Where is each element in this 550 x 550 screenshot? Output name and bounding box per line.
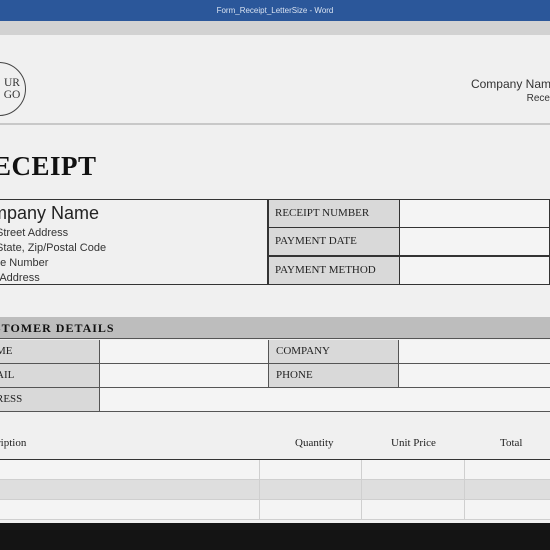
payment-method-row: PAYMENT METHOD — [268, 256, 550, 285]
cell-unit-price[interactable] — [362, 480, 465, 500]
cell-quantity[interactable] — [260, 480, 362, 500]
payment-date-field[interactable] — [399, 227, 550, 256]
document-page[interactable]: UR GO Company Nam Rece ECEIPT mpany Name… — [0, 35, 550, 523]
customer-details-header: STOMER DETAILS — [0, 317, 550, 339]
ribbon-strip — [0, 21, 550, 36]
header-receipt-label: Rece — [526, 93, 550, 104]
col-total: Total — [500, 437, 523, 449]
cell-total[interactable] — [465, 480, 550, 500]
payment-method-field[interactable] — [399, 256, 550, 285]
cell-unit-price[interactable] — [362, 500, 465, 520]
receipt-number-label: RECEIPT NUMBER — [268, 199, 399, 228]
col-unit-price: Unit Price — [391, 437, 436, 449]
customer-row-address: RESS — [0, 388, 550, 412]
address-line-phone: ne Number — [0, 257, 49, 269]
taskbar — [0, 523, 550, 550]
table-row[interactable] — [0, 480, 550, 500]
phone-field[interactable] — [399, 364, 550, 388]
table-row[interactable] — [0, 500, 550, 520]
col-quantity: Quantity — [295, 437, 334, 449]
email-field[interactable] — [100, 364, 269, 388]
receipt-fields: RECEIPT NUMBER PAYMENT DATE PAYMENT METH… — [268, 199, 550, 285]
payment-method-label: PAYMENT METHOD — [268, 256, 399, 285]
company-label: COMPANY — [269, 340, 399, 364]
cell-total[interactable] — [465, 460, 550, 480]
title-bar: Form_Receipt_LetterSize - Word — [0, 0, 550, 21]
company-name: mpany Name — [0, 203, 100, 223]
cell-description[interactable] — [0, 460, 260, 480]
payment-date-label: PAYMENT DATE — [268, 227, 399, 256]
cell-description[interactable] — [0, 480, 260, 500]
cell-unit-price[interactable] — [362, 460, 465, 480]
payment-date-row: PAYMENT DATE — [268, 227, 550, 256]
logo-placeholder: UR GO — [0, 62, 26, 116]
address-field[interactable] — [100, 388, 550, 412]
cell-quantity[interactable] — [260, 460, 362, 480]
receipt-number-row: RECEIPT NUMBER — [268, 199, 550, 228]
customer-row-name: ME COMPANY — [0, 340, 550, 364]
header-company-name: Company Nam — [470, 77, 550, 91]
table-row[interactable] — [0, 460, 550, 480]
window-title: Form_Receipt_LetterSize - Word — [216, 6, 334, 15]
email-label: AIL — [0, 364, 100, 388]
customer-row-email: AIL PHONE — [0, 364, 550, 388]
company-field[interactable] — [399, 340, 550, 364]
name-field[interactable] — [100, 340, 269, 364]
name-label: ME — [0, 340, 100, 364]
receipt-title: ECEIPT — [0, 151, 97, 181]
cell-total[interactable] — [465, 500, 550, 520]
address-line-email: il Address — [0, 272, 40, 284]
col-description: ription — [0, 437, 27, 449]
cell-quantity[interactable] — [260, 500, 362, 520]
address-label: RESS — [0, 388, 100, 412]
receipt-number-field[interactable] — [399, 199, 550, 228]
company-info-cell[interactable]: mpany Name Street Address State, Zip/Pos… — [0, 199, 268, 285]
address-line-street: Street Address — [0, 227, 69, 239]
customer-details-heading: STOMER DETAILS — [0, 321, 115, 335]
header-divider — [0, 123, 550, 125]
cell-description[interactable] — [0, 500, 260, 520]
address-line-state: State, Zip/Postal Code — [0, 242, 107, 254]
phone-label: PHONE — [269, 364, 399, 388]
